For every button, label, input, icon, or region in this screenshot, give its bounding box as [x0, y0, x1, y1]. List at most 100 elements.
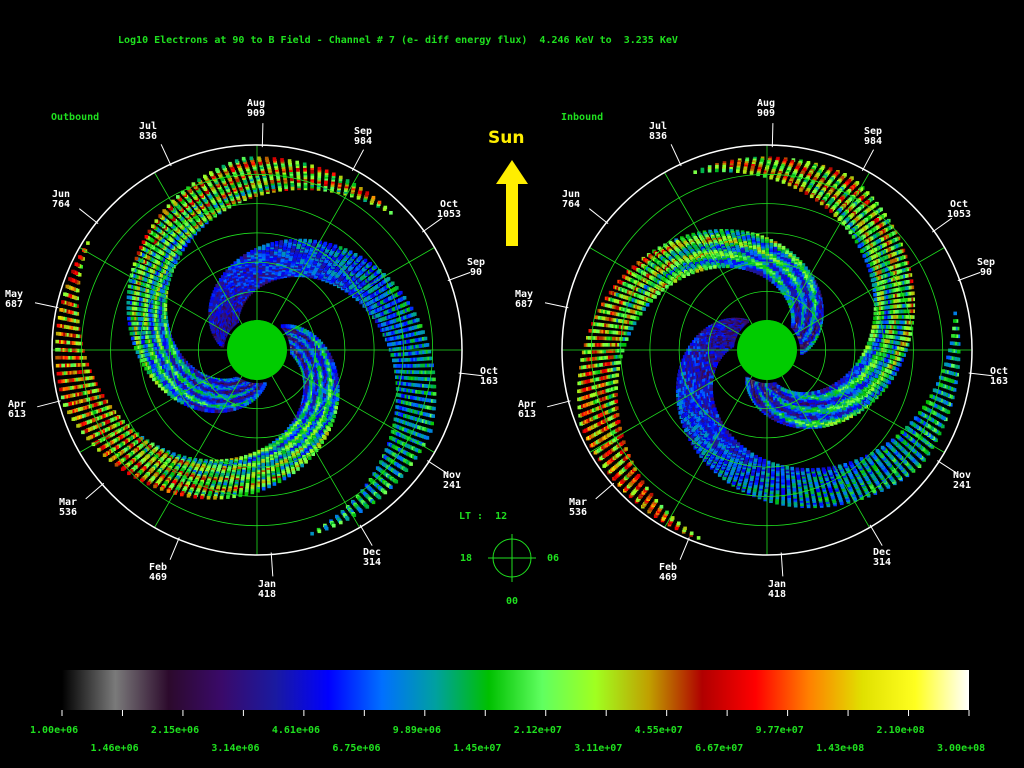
flux-cell: [336, 389, 340, 393]
flux-cell: [108, 458, 113, 462]
flux-cell: [416, 318, 420, 322]
flux-cell: [334, 405, 338, 410]
flux-cell: [333, 244, 338, 249]
flux-cell: [425, 436, 430, 440]
flux-cell: [358, 255, 363, 260]
flux-cell: [325, 431, 329, 436]
flux-cell: [250, 249, 254, 254]
flux-cell: [300, 463, 304, 468]
flux-cell: [373, 265, 377, 269]
flux-cell: [432, 377, 436, 382]
flux-cell: [432, 399, 437, 403]
flux-cell: [76, 424, 80, 428]
flux-cell: [262, 244, 266, 249]
flux-cell: [324, 526, 329, 531]
flux-cell: [288, 239, 293, 243]
flux-cell: [423, 336, 428, 341]
flux-cell: [339, 175, 343, 180]
flux-cell: [261, 486, 266, 491]
flux-cell: [97, 448, 101, 452]
flux-cell: [257, 246, 262, 250]
flux-cell: [332, 172, 336, 177]
flux-cell: [334, 373, 339, 377]
flux-cell: [394, 479, 399, 484]
flux-cell: [413, 456, 418, 460]
flux-cell: [287, 473, 291, 478]
flux-cell: [67, 410, 71, 415]
flux-cell: [279, 240, 284, 244]
flux-cell: [323, 241, 328, 246]
flux-cell: [338, 246, 343, 250]
flux-cell: [212, 290, 217, 294]
flux-cell: [320, 440, 324, 444]
flux-cell: [236, 258, 241, 263]
flux-cell: [55, 339, 59, 344]
flux-cell: [284, 239, 288, 244]
flux-cell: [377, 495, 382, 500]
flux-cell: [146, 481, 151, 486]
flux-cell: [359, 187, 363, 191]
flux-cell: [432, 392, 437, 396]
flux-cell: [266, 243, 270, 247]
flux-cell: [402, 296, 407, 300]
flux-cell: [418, 449, 422, 454]
flux-cell: [377, 200, 382, 205]
flux-cell: [200, 495, 204, 500]
outbound-panel: [34, 123, 483, 577]
flux-cell: [78, 255, 82, 259]
flux-cell: [274, 241, 279, 245]
flux-cell: [413, 312, 417, 316]
flux-cell: [399, 290, 403, 295]
flux-cell: [310, 531, 314, 536]
flux-cell: [226, 495, 230, 499]
flux-cell: [328, 243, 333, 247]
flux-cell: [345, 517, 350, 521]
flux-cell: [332, 523, 336, 528]
flux-cell: [244, 492, 249, 496]
flux-cell: [409, 462, 413, 466]
flux-cell: [406, 301, 410, 305]
flux-cell: [213, 287, 218, 291]
flux-cell: [365, 505, 370, 509]
flux-cell: [327, 427, 331, 432]
flux-cell: [219, 495, 224, 500]
flux-cell: [159, 487, 164, 491]
flux-cell: [332, 414, 336, 419]
flux-cell: [296, 467, 300, 471]
flux-cell: [59, 387, 63, 392]
flux-cell: [343, 248, 348, 252]
flux-cell: [186, 494, 191, 498]
flux-cell: [425, 343, 430, 347]
flux-cell: [62, 403, 67, 407]
flux-cell: [114, 463, 119, 467]
flux-cell: [330, 359, 334, 363]
flux-cell: [335, 377, 339, 381]
flux-cell: [243, 254, 247, 258]
flux-cell: [324, 169, 329, 174]
flux-cell: [282, 476, 287, 481]
flux-cell: [432, 406, 436, 411]
flux-cell: [56, 371, 61, 376]
flux-cell: [404, 468, 409, 472]
flux-cell: [430, 421, 434, 426]
flux-cell: [277, 479, 282, 484]
flux-cell: [335, 397, 340, 401]
flux-cell: [431, 370, 436, 375]
flux-cell: [246, 251, 251, 256]
flux-cell: [383, 490, 388, 495]
flux-cell: [57, 379, 62, 384]
flux-cell: [65, 284, 70, 289]
flux-cell: [345, 179, 350, 183]
flux-cell: [323, 436, 327, 440]
flux-cell: [55, 331, 60, 336]
flux-cell: [409, 306, 414, 311]
flux-cell: [270, 242, 275, 246]
flux-cell: [331, 362, 336, 366]
flux-cell: [327, 352, 331, 357]
flux-cell: [304, 460, 308, 464]
flux-cell: [330, 418, 335, 423]
flux-cell: [333, 410, 338, 414]
flux-cell: [329, 423, 333, 427]
flux-cell: [308, 239, 312, 243]
flux-cell: [71, 269, 75, 274]
